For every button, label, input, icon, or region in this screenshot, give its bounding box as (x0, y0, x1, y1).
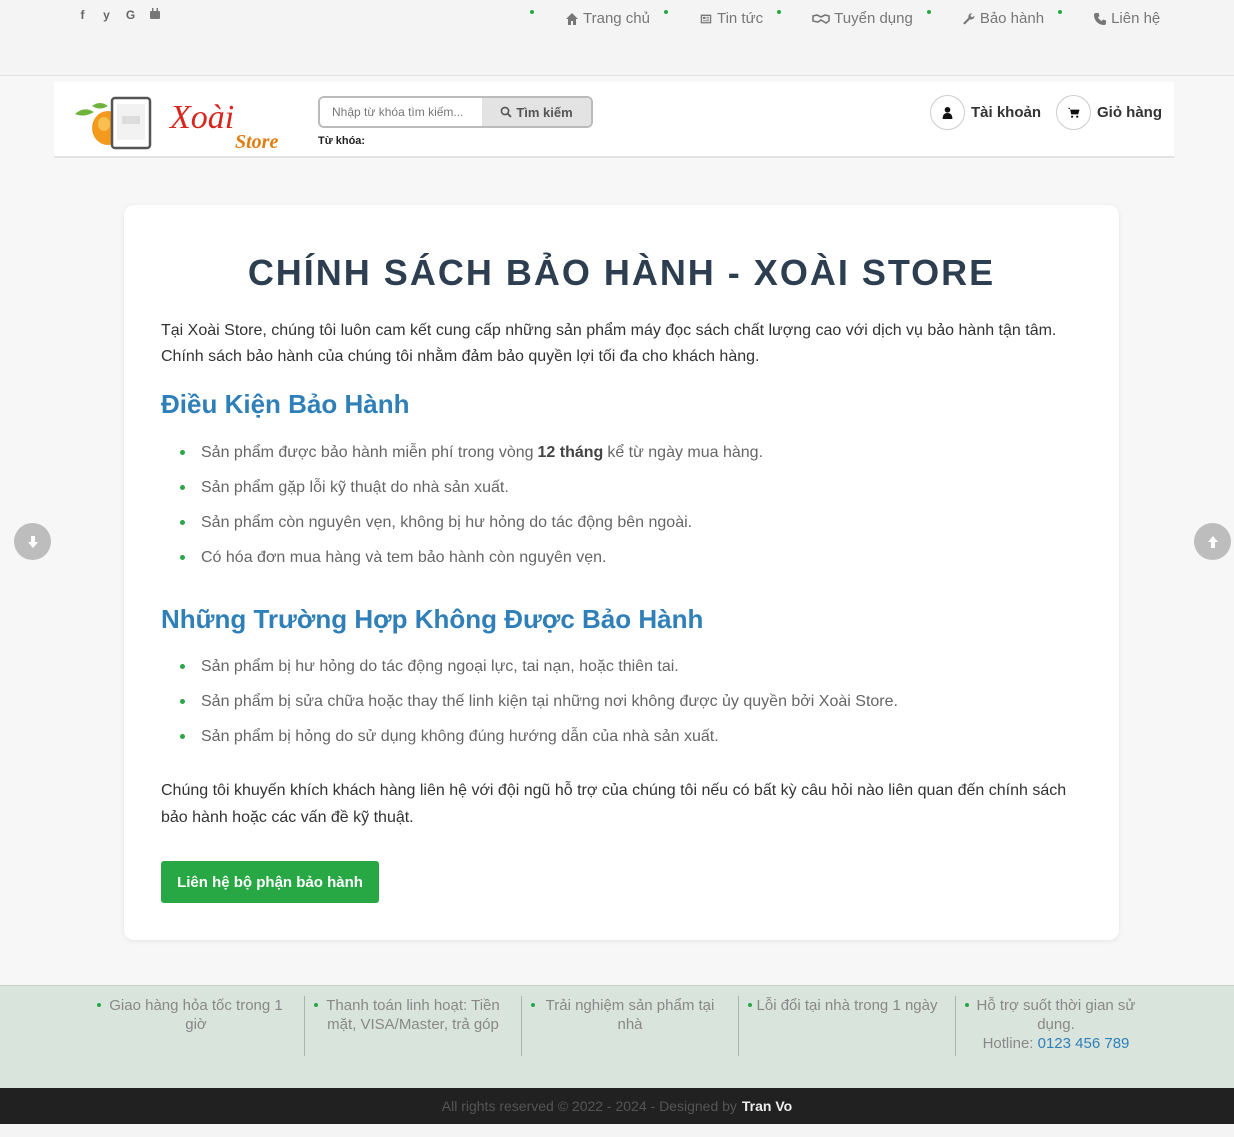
page-title: CHÍNH SÁCH BẢO HÀNH - XOÀI STORE (247, 252, 996, 293)
top-bar: f y G Trang chủ Tin tức Tuyển dụng Bảo h… (0, 0, 1234, 76)
bullet-dot (180, 664, 185, 669)
intro-paragraph: Tại Xoài Store, chúng tôi luôn cam kết c… (161, 322, 1057, 365)
contact-warranty-button[interactable]: Liên hệ bộ phận bảo hành (161, 861, 379, 903)
search-box: Tìm kiếm (318, 96, 593, 128)
feature-item: Giao hàng hỏa tốc trong 1 giờ (88, 996, 305, 1056)
copyright-bar: All rights reserved © 2022 - 2024 - Desi… (0, 1088, 1234, 1124)
nav-news-label: Tin tức (716, 10, 764, 27)
search-button-label: Tìm kiếm (516, 104, 573, 120)
nav-warranty-label: Bảo hành (979, 10, 1045, 27)
bullet-dot (180, 699, 185, 704)
list-item: Sản phẩm còn nguyên vẹn, không bị hư hỏn… (180, 505, 763, 540)
bullet-dot (180, 555, 185, 560)
list-item: Sản phẩm bị hư hỏng do tác động ngoại lự… (180, 649, 898, 684)
arrow-up-icon (1207, 535, 1218, 548)
bullet-dot (180, 450, 185, 455)
nav-contact-label: Liên hệ (1111, 10, 1161, 27)
copyright-text: All rights reserved © 2022 - 2024 - Desi… (441, 1098, 737, 1114)
svg-text:Store: Store (235, 131, 278, 153)
search-icon (500, 106, 512, 118)
feature-item: Trải nghiệm sản phẩm tại nhà (522, 996, 739, 1056)
closing-paragraph: Chúng tôi khuyến khích khách hàng liên h… (161, 782, 1067, 826)
list-item: Sản phẩm gặp lỗi kỹ thuật do nhà sản xuấ… (180, 470, 763, 505)
svg-text:Xoài: Xoài (168, 99, 234, 136)
top-navigation: Trang chủ Tin tức Tuyển dụng Bảo hành Li… (530, 6, 1174, 27)
google-plus-icon[interactable]: G (124, 8, 137, 22)
handshake-icon (812, 13, 830, 24)
bottom-strip (0, 1124, 1234, 1137)
bullet-dot (748, 1003, 752, 1007)
nav-home[interactable]: Trang chủ (534, 10, 664, 27)
section-heading-exclusions: Những Trường Hợp Không Được Bảo Hành (161, 604, 704, 634)
twitter-icon[interactable]: y (100, 8, 113, 22)
scroll-down-button[interactable] (14, 523, 51, 560)
facebook-icon[interactable]: f (76, 8, 89, 22)
arrow-down-icon (27, 535, 38, 548)
cart-button[interactable]: Giỏ hàng (1056, 95, 1162, 130)
nav-home-label: Trang chủ (583, 10, 650, 27)
search-input[interactable] (320, 98, 482, 126)
bullet-dot (180, 520, 185, 525)
feature-item: Hỗ trợ suốt thời gian sử dụng. Hotline: … (956, 996, 1156, 1056)
hotline-number[interactable]: 0123 456 789 (1038, 1035, 1130, 1052)
bullet-dot (180, 485, 185, 490)
search-keywords-label: Từ khóa: (318, 135, 366, 147)
cart-icon (1067, 107, 1080, 118)
user-icon (942, 106, 953, 119)
site-logo[interactable]: Xoài Store (70, 92, 310, 154)
nav-contact[interactable]: Liên hệ (1062, 10, 1174, 27)
cart-label: Giỏ hàng (1097, 104, 1162, 121)
nav-careers-label: Tuyển dụng (834, 10, 913, 27)
search-button[interactable]: Tìm kiếm (482, 98, 591, 126)
feature-item: Lỗi đổi tại nhà trong 1 ngày (739, 996, 956, 1056)
list-item: Sản phẩm bị sửa chữa hoặc thay thế linh … (180, 684, 898, 719)
features-strip: Giao hàng hỏa tốc trong 1 giờ Thanh toán… (0, 985, 1234, 1088)
youtube-icon[interactable] (148, 8, 161, 22)
nav-warranty[interactable]: Bảo hành (931, 10, 1058, 27)
account-label: Tài khoản (971, 104, 1042, 121)
bullet-dot (531, 1003, 535, 1007)
bullet-dot (97, 1003, 101, 1007)
newspaper-icon (700, 14, 712, 23)
nav-news[interactable]: Tin tức (668, 10, 777, 27)
phone-icon (1094, 12, 1107, 25)
feature-item: Thanh toán linh hoạt: Tiền mặt, VISA/Mas… (305, 996, 522, 1056)
bullet-dot (965, 1003, 969, 1007)
nav-careers[interactable]: Tuyển dụng (781, 10, 927, 27)
social-links: f y G (76, 8, 161, 22)
home-icon (566, 12, 578, 25)
site-header: Xoài Store Tìm kiếm Từ khóa: Tài khoản G… (54, 82, 1174, 158)
wrench-icon (963, 12, 975, 24)
conditions-list: Sản phẩm được bảo hành miễn phí trong vò… (180, 435, 763, 575)
warranty-policy-card: CHÍNH SÁCH BẢO HÀNH - XOÀI STORE Tại Xoà… (124, 205, 1119, 940)
exclusions-list: Sản phẩm bị hư hỏng do tác động ngoại lự… (180, 649, 898, 754)
section-heading-conditions: Điều Kiện Bảo Hành (161, 389, 410, 419)
account-button[interactable]: Tài khoản (930, 95, 1041, 130)
list-item: Sản phẩm được bảo hành miễn phí trong vò… (180, 435, 763, 470)
bullet-dot (180, 734, 185, 739)
hotline-label: Hotline: (982, 1035, 1034, 1052)
designer-name: Tran Vo (741, 1098, 793, 1114)
list-item: Sản phẩm bị hỏng do sử dụng không đúng h… (180, 719, 898, 754)
scroll-up-button[interactable] (1194, 523, 1231, 560)
list-item: Có hóa đơn mua hàng và tem bảo hành còn … (180, 540, 763, 575)
bullet-dot (314, 1003, 318, 1007)
